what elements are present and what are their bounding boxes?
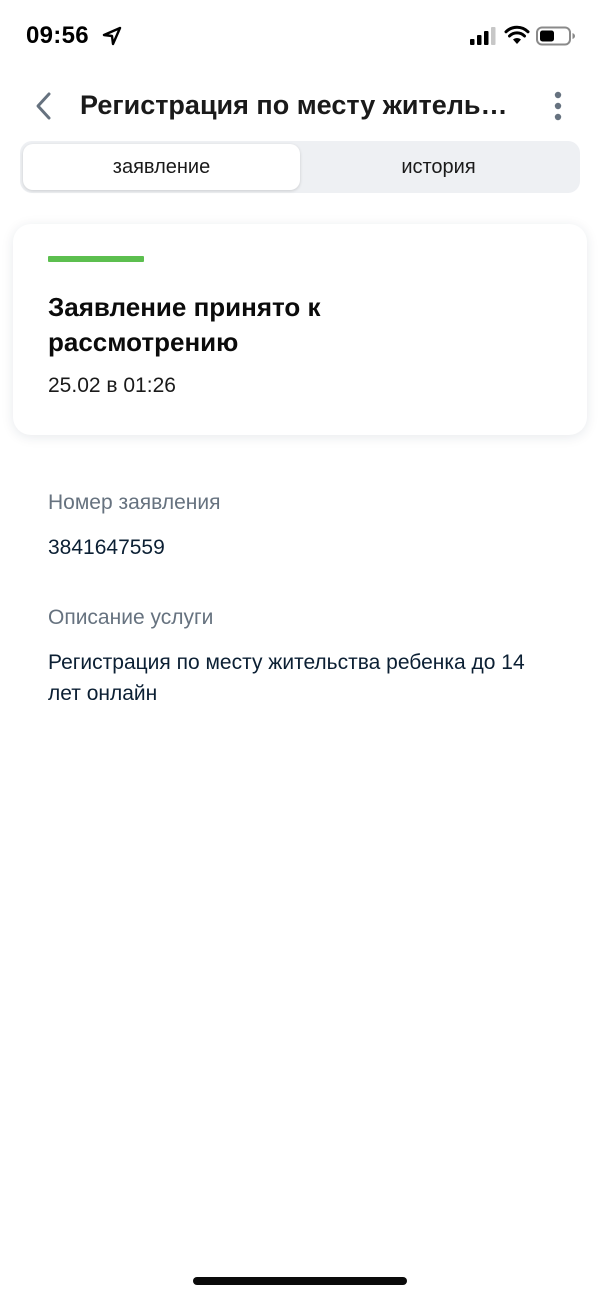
service-description-label: Описание услуги: [48, 606, 214, 629]
back-button[interactable]: [24, 86, 64, 126]
application-number-value: 3841647559: [48, 536, 165, 559]
status-date: 25.02 в 01:26: [48, 374, 176, 397]
application-status-card: Заявление принято к рассмотрению 25.02 в…: [13, 224, 587, 435]
cellular-signal-icon: [470, 27, 496, 45]
app-header: Регистрация по месту жительства ребенка …: [0, 76, 600, 138]
more-options-button[interactable]: [540, 86, 576, 126]
status-indicator-stripe: [48, 256, 144, 262]
service-description-value: Регистрация по месту жительства ребенка …: [48, 651, 525, 705]
tab-application[interactable]: заявление: [23, 144, 300, 190]
status-bar: 09:56: [0, 0, 600, 76]
more-vertical-icon: [554, 91, 562, 121]
status-title: Заявление принято к рассмотрению: [48, 292, 321, 357]
wifi-icon: [504, 25, 530, 44]
segmented-tabs: заявление история: [20, 141, 580, 193]
home-indicator[interactable]: [193, 1277, 407, 1285]
location-arrow-icon: [102, 26, 122, 46]
page-title: Регистрация по месту жительства ребенка …: [80, 90, 520, 120]
tab-history[interactable]: история: [300, 144, 577, 190]
chevron-left-icon: [36, 92, 51, 120]
application-number-label: Номер заявления: [48, 491, 221, 514]
status-time: 09:56: [26, 22, 89, 49]
battery-icon: [536, 26, 575, 46]
